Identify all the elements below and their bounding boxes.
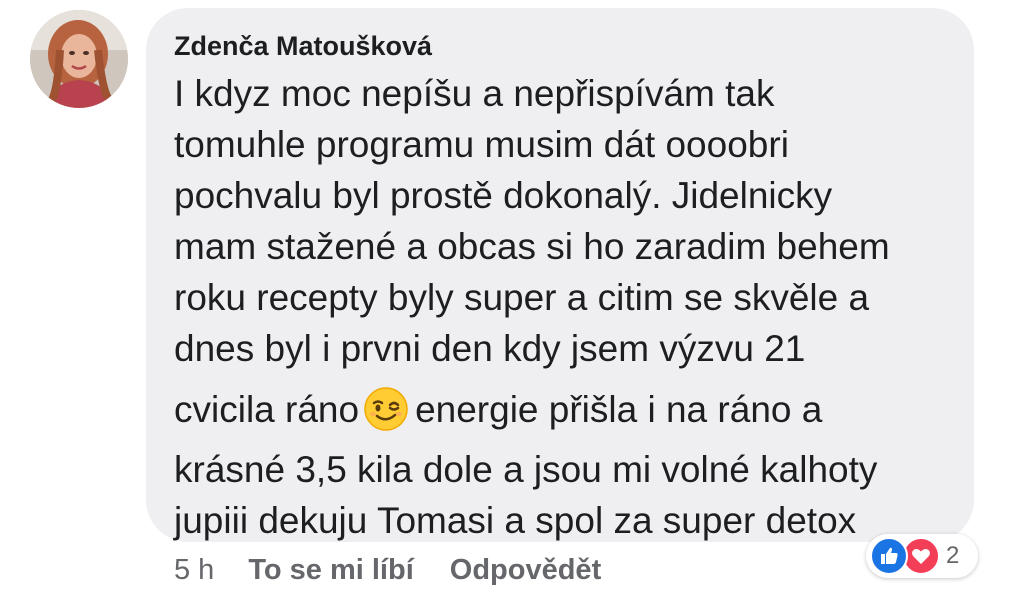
comment-thread: Zdenča Matoušková I kdyz moc nepíšu a ne…	[0, 0, 1024, 595]
comment-line: I kdyz moc nepíšu a nepřispívám tak	[174, 73, 775, 114]
reactions-summary[interactable]: 2	[866, 534, 978, 578]
like-button[interactable]: To se mi líbí	[248, 554, 413, 586]
comment-line: dnes byl i prvni den kdy jsem výzvu 21	[174, 328, 806, 369]
reaction-count: 2	[946, 542, 960, 569]
comment-line-segment: cvicila ráno	[174, 389, 360, 430]
comment-line: jupiii dekuju Tomasi a spol za super det…	[174, 500, 857, 542]
winking-face-emoji-icon	[364, 387, 408, 431]
comment-line: tomuhle programu musim dát oooobri	[174, 124, 789, 165]
comment-author[interactable]: Zdenča Matoušková	[174, 30, 950, 62]
comment-line: cvicila ráno energie přišla i na ráno a	[174, 384, 950, 438]
comment-line-segment: energie přišla i na ráno a	[415, 389, 823, 430]
comment-line: krásné 3,5 kila dole a jsou mi volné kal…	[174, 449, 878, 491]
comment-line: mam stažené a obcas si ho zaradim behem	[174, 226, 890, 267]
comment-actions: 5 h To se mi líbí Odpovědět	[174, 552, 637, 588]
thumbs-up-icon	[870, 537, 908, 575]
comment-bubble: Zdenča Matoušková I kdyz moc nepíšu a ne…	[146, 8, 974, 542]
avatar[interactable]	[30, 10, 128, 108]
comment-text: I kdyz moc nepíšu a nepřispívám tak tomu…	[174, 68, 950, 546]
comment-line: roku recepty byly super a citim se skvěl…	[174, 277, 870, 318]
comment-line: pochvalu byl prostě dokonalý. Jidelnicky	[174, 175, 833, 216]
avatar-photo	[30, 10, 128, 108]
comment-timestamp[interactable]: 5 h	[174, 554, 214, 586]
reply-button[interactable]: Odpovědět	[450, 554, 601, 586]
